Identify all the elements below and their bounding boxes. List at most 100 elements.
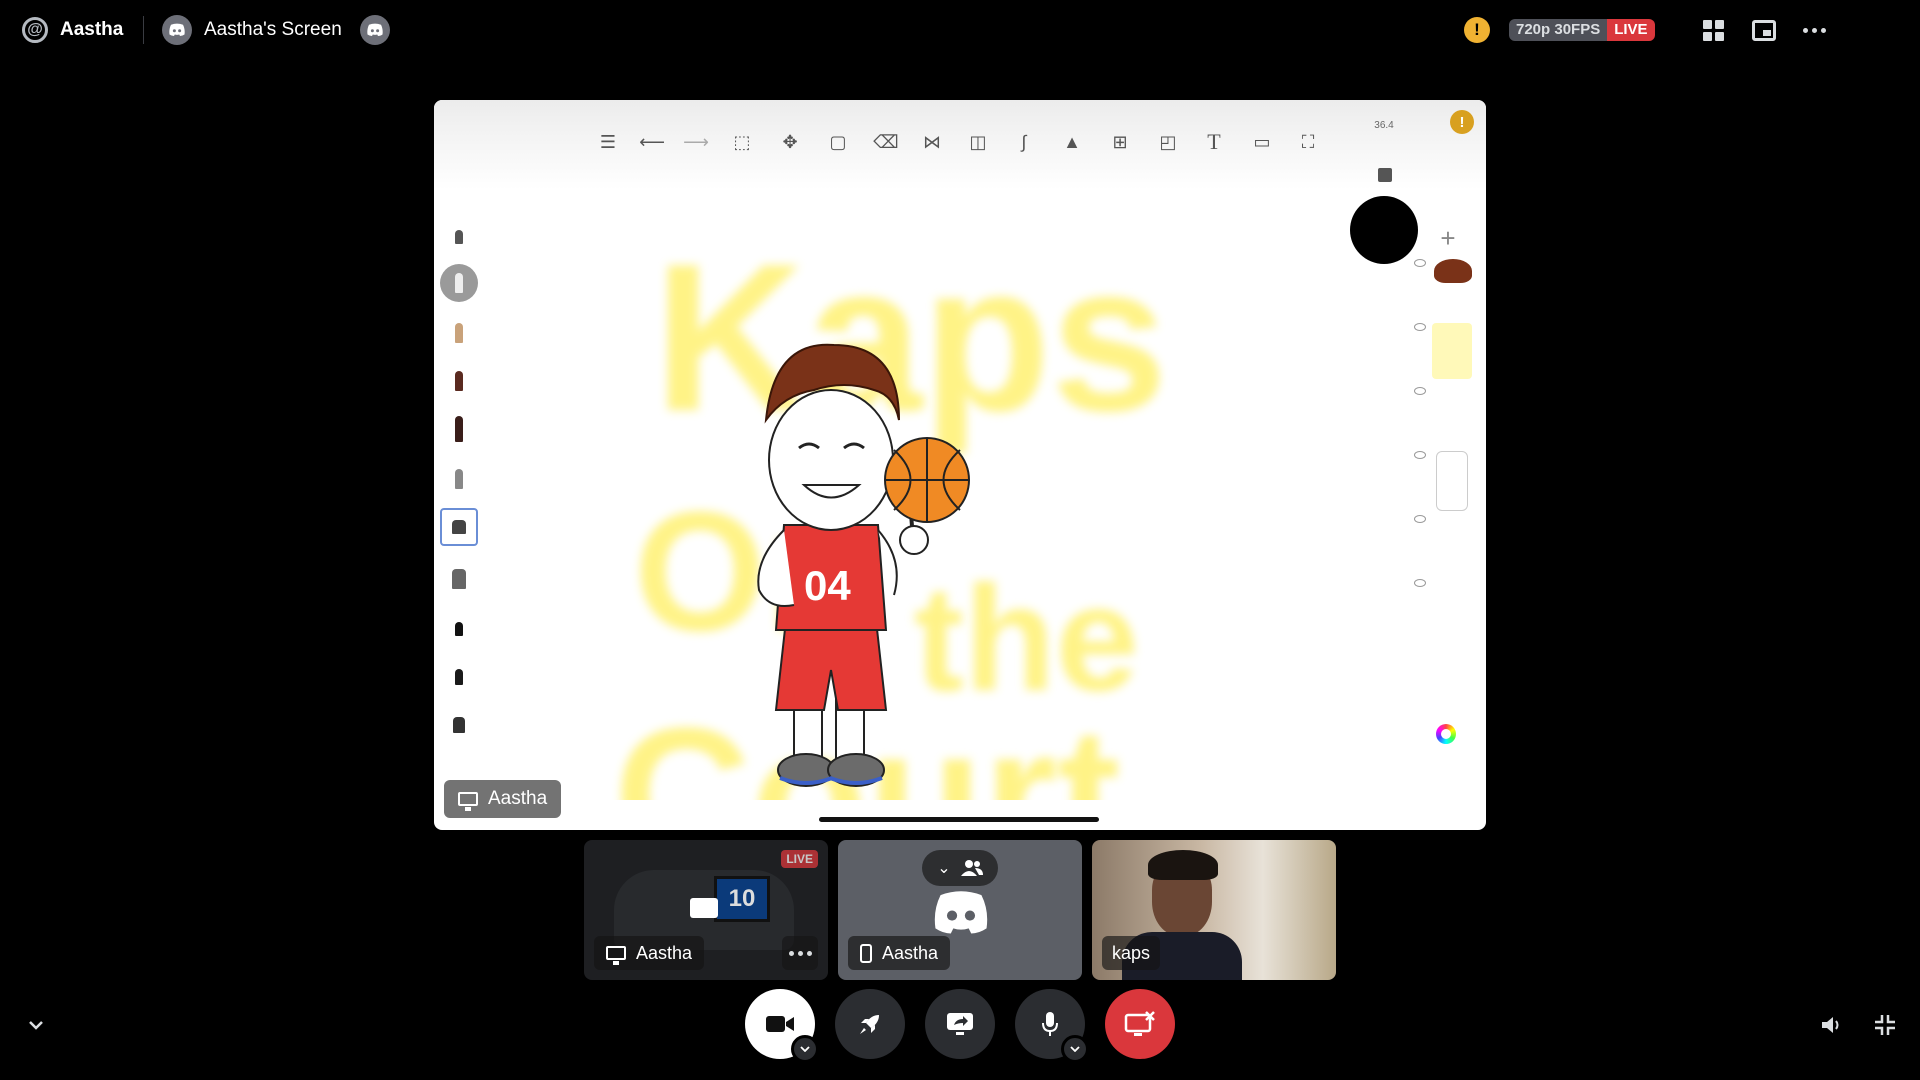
- discord-icon[interactable]: [359, 15, 390, 45]
- layer-item[interactable]: [1406, 575, 1486, 645]
- warning-icon[interactable]: !: [1450, 110, 1474, 134]
- layer-item[interactable]: [1406, 319, 1486, 389]
- stop-stream-icon: [1124, 1011, 1155, 1036]
- image-insert-icon[interactable]: ▲: [1058, 130, 1086, 154]
- text-icon[interactable]: T: [1200, 129, 1228, 154]
- brush-item[interactable]: [440, 218, 478, 256]
- brush-item[interactable]: [440, 658, 478, 696]
- stream-quality-badge[interactable]: 720p 30FPS LIVE: [1509, 19, 1655, 41]
- microphone-icon: [1042, 1012, 1058, 1036]
- main-stream[interactable]: ☰ ⟵ ⟶ ⬚ ✥ ▢ ⌫ ⋈ ◫ ∫ ▲ ⊞ ◰ T ▭ ⛶ 36.4 ! +: [434, 100, 1486, 830]
- live-badge: LIVE: [1607, 19, 1655, 41]
- at-icon: @: [22, 17, 48, 43]
- layer-item[interactable]: [1406, 255, 1486, 325]
- eraser-icon[interactable]: ⌫: [872, 130, 900, 154]
- brush-item[interactable]: [440, 706, 478, 744]
- brush-item[interactable]: [440, 362, 478, 400]
- microphone-options-button[interactable]: [1061, 1035, 1089, 1063]
- brush-item[interactable]: [440, 560, 478, 598]
- dm-user[interactable]: @ Aastha: [22, 0, 123, 60]
- layer-thumbnail: [1436, 451, 1468, 511]
- activities-button[interactable]: [835, 989, 905, 1059]
- transform-icon[interactable]: ✥: [776, 130, 804, 154]
- redo-icon[interactable]: ⟶: [682, 130, 710, 154]
- eye-icon[interactable]: [1414, 515, 1426, 523]
- screen-share-button[interactable]: [925, 989, 995, 1059]
- participant-tile-mobile[interactable]: ⌄ Aastha: [838, 840, 1082, 980]
- undo-icon[interactable]: ⟵: [638, 130, 666, 154]
- brush-item[interactable]: [440, 460, 478, 498]
- tile-more-button[interactable]: [782, 936, 818, 970]
- divider: [143, 16, 144, 44]
- layer-item[interactable]: [1406, 383, 1486, 453]
- more-icon: [1802, 27, 1826, 33]
- eye-icon[interactable]: [1414, 579, 1426, 587]
- participant-name: kaps: [1112, 942, 1151, 963]
- symmetry-icon[interactable]: ⋈: [918, 130, 946, 154]
- mobile-icon: [860, 943, 872, 963]
- brush-item[interactable]: [440, 410, 478, 448]
- eye-icon[interactable]: [1414, 387, 1426, 395]
- top-bar: @ Aastha Aastha's Screen ! 720p 30FPS LI…: [0, 0, 1920, 60]
- tile-number: 10: [714, 876, 770, 922]
- eye-icon[interactable]: [1414, 323, 1426, 331]
- exit-fullscreen-icon: [1875, 1015, 1895, 1035]
- participant-tile-camera[interactable]: kaps: [1092, 840, 1336, 980]
- shape-icon[interactable]: ◫: [964, 130, 992, 154]
- app-toolbar: ☰ ⟵ ⟶ ⬚ ✥ ▢ ⌫ ⋈ ◫ ∫ ▲ ⊞ ◰ T ▭ ⛶ 36.4 !: [434, 100, 1486, 190]
- video-camera-icon: [766, 1016, 794, 1032]
- chevron-down-icon: [1070, 1046, 1080, 1052]
- chevron-down-icon: [29, 1021, 43, 1030]
- liquify-icon[interactable]: ◰: [1154, 130, 1182, 154]
- eye-icon[interactable]: [1414, 259, 1426, 267]
- perspective-grid-icon[interactable]: ⊞: [1106, 130, 1134, 154]
- camera-button[interactable]: [745, 989, 819, 1063]
- canvas-artwork[interactable]: Kaps On the Court 04: [594, 180, 1374, 800]
- discord-icon: [934, 891, 988, 934]
- grid-layout-button[interactable]: [1697, 14, 1729, 46]
- user-name: Aastha: [60, 19, 124, 40]
- popout-button[interactable]: [1748, 14, 1780, 46]
- home-indicator: [819, 817, 1099, 822]
- users-icon: [960, 860, 983, 876]
- brush-item[interactable]: [440, 610, 478, 648]
- layer-item[interactable]: [1406, 447, 1486, 517]
- gallery-icon[interactable]: ☰: [594, 130, 622, 154]
- monitor-icon: [458, 792, 478, 811]
- participant-tile-screen[interactable]: 10 LIVE Aastha: [584, 840, 828, 980]
- layer-item[interactable]: [1406, 511, 1486, 581]
- eye-icon[interactable]: [1414, 451, 1426, 459]
- screen-share-icon: [947, 1013, 973, 1035]
- volume-button[interactable]: [1816, 1009, 1848, 1041]
- color-picker-icon[interactable]: [1436, 724, 1456, 744]
- chevron-down-icon: [800, 1046, 810, 1052]
- brush-item-selected[interactable]: [440, 508, 478, 546]
- stream-owner-name: Aastha: [488, 788, 548, 809]
- layer-copy-icon[interactable]: ▢: [824, 130, 852, 154]
- tile-label: kaps: [1102, 936, 1161, 970]
- warning-icon[interactable]: !: [1464, 17, 1490, 43]
- more-options-button[interactable]: [1798, 14, 1830, 46]
- video-icon[interactable]: ▭: [1248, 130, 1276, 154]
- tile-label: Aastha: [848, 936, 951, 970]
- webcam-hair: [1148, 850, 1218, 880]
- selection-icon[interactable]: ⬚: [728, 130, 756, 154]
- participants-toggle[interactable]: ⌄: [922, 850, 998, 886]
- camera-options-button[interactable]: [791, 1035, 819, 1063]
- jersey-number: 04: [804, 562, 851, 609]
- more-icon: [788, 950, 812, 956]
- brush-item[interactable]: [440, 264, 478, 302]
- fullscreen-icon[interactable]: ⛶: [1294, 130, 1322, 154]
- stream-owner-label: Aastha: [444, 780, 562, 818]
- stop-streaming-button[interactable]: [1105, 989, 1175, 1059]
- screen-title: Aastha's Screen: [204, 19, 342, 40]
- grid-icon: [1702, 19, 1724, 41]
- quality-resolution: 720p 30FPS: [1509, 19, 1608, 41]
- add-layer-button[interactable]: +: [1436, 225, 1460, 251]
- chevron-down-icon: ⌄: [937, 860, 951, 877]
- microphone-button[interactable]: [1015, 989, 1089, 1063]
- curve-icon[interactable]: ∫: [1010, 130, 1038, 154]
- collapse-button[interactable]: [20, 1009, 52, 1041]
- exit-fullscreen-button[interactable]: [1869, 1009, 1901, 1041]
- brush-item[interactable]: [440, 314, 478, 352]
